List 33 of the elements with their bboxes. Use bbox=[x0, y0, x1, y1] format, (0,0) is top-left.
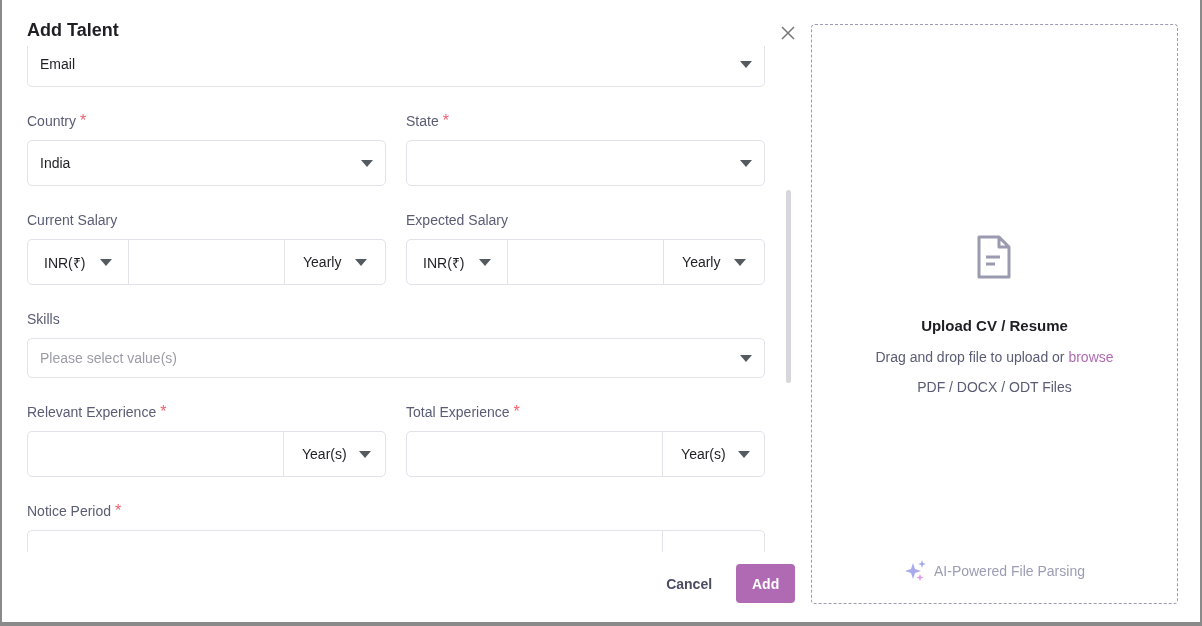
scrollbar[interactable] bbox=[785, 190, 791, 383]
field-label: State bbox=[406, 112, 439, 130]
caret-icon bbox=[740, 159, 753, 167]
file-formats: PDF / DOCX / ODT Files bbox=[917, 379, 1072, 395]
dialog-title: Add Talent bbox=[27, 19, 120, 42]
field-label: Expected Salary bbox=[406, 211, 508, 229]
add-button[interactable]: Add bbox=[736, 564, 796, 603]
upload-hint: Drag and drop file to upload or browse bbox=[875, 349, 1114, 365]
caret-icon bbox=[361, 159, 374, 167]
cancel-button[interactable]: Cancel bbox=[666, 571, 713, 596]
caret-icon bbox=[740, 60, 753, 68]
field-label: Country bbox=[27, 112, 77, 130]
required-mark: * bbox=[513, 403, 520, 421]
document-icon bbox=[976, 235, 1013, 279]
select-field[interactable]: Email bbox=[27, 46, 766, 87]
close-icon[interactable] bbox=[781, 26, 795, 40]
select-field[interactable] bbox=[406, 140, 766, 186]
browse-link[interactable]: browse bbox=[1068, 349, 1114, 365]
ai-parsing-note: AI-Powered File Parsing bbox=[934, 563, 1085, 579]
field-label: Current Salary bbox=[27, 211, 118, 229]
select-field[interactable]: India bbox=[27, 140, 387, 186]
required-mark: * bbox=[442, 112, 449, 130]
upload-title: Upload CV / Resume bbox=[921, 317, 1068, 334]
field-label: Skills bbox=[27, 310, 60, 328]
caret-icon bbox=[740, 354, 753, 362]
field-label: Relevant Experience bbox=[27, 403, 157, 421]
upload-dropzone[interactable]: Upload CV / Resume Drag and drop file to upload or browse PDF / DOCX / ODT Files AI-Powered File Parsing bbox=[810, 24, 1178, 604]
required-mark: * bbox=[115, 502, 122, 520]
required-mark: * bbox=[80, 112, 87, 130]
sparkle-icon bbox=[904, 559, 928, 583]
field-label: Notice Period bbox=[27, 502, 112, 520]
required-mark: * bbox=[160, 403, 167, 421]
field-label: Total Experience bbox=[406, 403, 510, 421]
